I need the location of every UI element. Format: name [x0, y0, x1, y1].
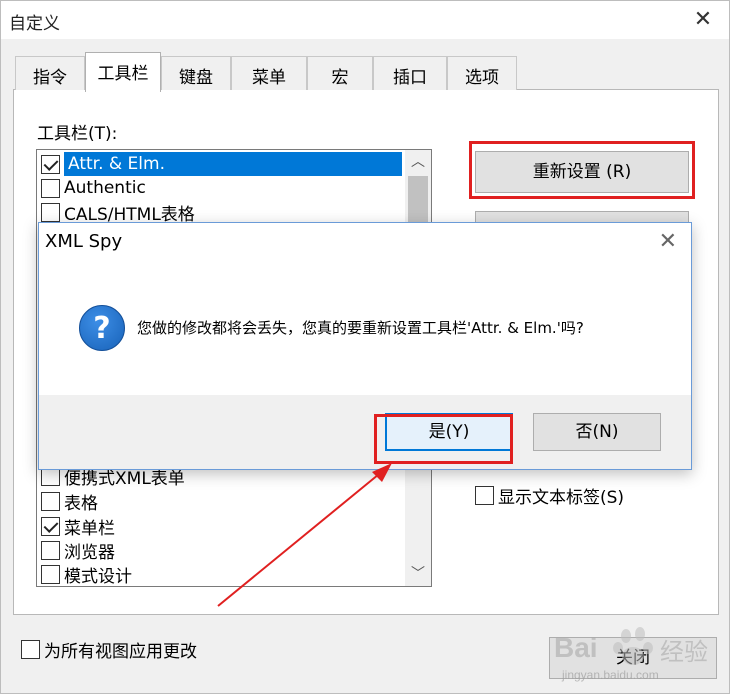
list-item-label: 浏览器	[64, 542, 115, 563]
list-item-label: 菜单栏	[64, 518, 115, 539]
tab-macro[interactable]: 宏	[307, 56, 373, 90]
list-item-label: 模式设计	[64, 566, 132, 587]
question-icon: ?	[79, 305, 125, 351]
list-item-label: CALS/HTML表格	[64, 204, 195, 225]
list-item[interactable]: CALS/HTML表格	[39, 200, 403, 225]
window-title: 自定义	[9, 14, 60, 34]
checkbox-icon[interactable]	[41, 540, 60, 560]
checkbox-icon[interactable]	[41, 178, 60, 198]
apply-all-views-label: 为所有视图应用更改	[44, 642, 197, 662]
no-button[interactable]: 否(N)	[533, 413, 661, 451]
list-item[interactable]: 菜单栏	[39, 514, 403, 539]
confirm-dialog-body: XML Spy ✕ ? 您做的修改都将会丢失，您真的要重新设置工具栏'Attr.…	[39, 223, 691, 395]
list-item[interactable]: 浏览器	[39, 538, 403, 563]
tab-plugins[interactable]: 插口	[373, 56, 447, 90]
checkbox-icon[interactable]	[41, 202, 60, 222]
checkbox-checked-icon[interactable]	[41, 516, 60, 536]
list-item-label: Attr. & Elm.	[64, 152, 402, 176]
list-item[interactable]: Authentic	[39, 176, 403, 200]
toolbars-label: 工具栏(T):	[37, 124, 118, 144]
scroll-up-icon[interactable]: ︿	[405, 150, 431, 174]
list-item-label: Authentic	[64, 178, 146, 198]
checkbox-icon[interactable]	[41, 491, 60, 511]
tab-keyboard[interactable]: 键盘	[161, 56, 231, 90]
tab-options[interactable]: 选项	[447, 56, 517, 90]
show-text-labels-label: 显示文本标签(S)	[498, 488, 625, 508]
show-text-labels-option[interactable]: 显示文本标签(S)	[473, 483, 624, 508]
list-item[interactable]: 表格	[39, 489, 403, 514]
checkbox-icon[interactable]	[475, 486, 494, 505]
apply-all-views-option[interactable]: 为所有视图应用更改	[19, 637, 197, 662]
reset-button[interactable]: 重新设置 (R)	[475, 151, 689, 193]
title-bar: 自定义 ✕	[1, 1, 729, 39]
confirm-dialog: XML Spy ✕ ? 您做的修改都将会丢失，您真的要重新设置工具栏'Attr.…	[38, 222, 692, 470]
list-item-label: 表格	[64, 493, 98, 514]
tab-toolbars[interactable]: 工具栏	[85, 52, 161, 92]
close-button[interactable]: 关闭	[549, 637, 717, 679]
list-item[interactable]: 模式设计	[39, 562, 403, 586]
checkbox-icon[interactable]	[21, 640, 40, 659]
checkbox-checked-icon[interactable]	[41, 154, 60, 174]
close-icon[interactable]: ✕	[659, 229, 677, 254]
scroll-down-icon[interactable]: ﹀	[405, 562, 431, 586]
confirm-dialog-title: XML Spy	[45, 231, 123, 252]
tab-commands[interactable]: 指令	[15, 56, 85, 90]
confirm-message: 您做的修改都将会丢失，您真的要重新设置工具栏'Attr. & Elm.'吗?	[137, 319, 584, 337]
yes-button[interactable]: 是(Y)	[385, 413, 513, 451]
tab-menu[interactable]: 菜单	[231, 56, 307, 90]
close-icon[interactable]: ✕	[691, 7, 715, 32]
list-item[interactable]: Attr. & Elm.	[39, 152, 403, 176]
checkbox-icon[interactable]	[41, 564, 60, 584]
